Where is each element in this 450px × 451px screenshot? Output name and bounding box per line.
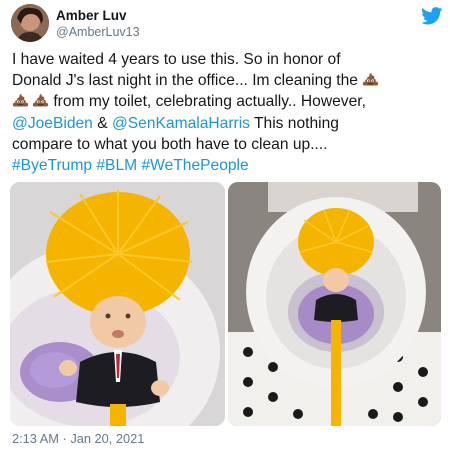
author-handle[interactable]: @AmberLuv13 — [56, 25, 140, 39]
tweet-line: #ByeTrump #BLM #WeThePeople — [12, 155, 444, 176]
tweet-line: from my toilet, celebrating actually.. H… — [12, 91, 444, 112]
tweet-line: Donald J's last night in the office... I… — [12, 70, 444, 91]
pile-of-poo-emoji — [12, 92, 29, 109]
tweet-line: I have waited 4 years to use this. So in… — [12, 51, 341, 68]
pile-of-poo-emoji — [32, 92, 49, 109]
toilet-brush-photo-in-toilet[interactable] — [228, 182, 441, 426]
tweet-text: I have waited 4 years to use this. So in… — [12, 49, 444, 176]
twitter-bird-icon[interactable] — [421, 7, 443, 25]
tweet-timestamp[interactable]: 2:13 AM · Jan 20, 2021 — [12, 431, 144, 446]
tweet-text-segment: Donald J's last night in the office... I… — [12, 72, 363, 90]
hashtag-link-byetrump[interactable]: #ByeTrump — [12, 157, 92, 174]
tweet-text-segment: & — [92, 114, 112, 132]
tweet-card: Amber Luv @AmberLuv13 I have waited 4 ye… — [0, 0, 450, 451]
pile-of-poo-emoji — [362, 71, 379, 88]
mention-link-joebiden[interactable]: @JoeBiden — [12, 115, 93, 132]
mention-link-senkamalaharris[interactable]: @SenKamalaHarris — [112, 115, 250, 132]
tweet-text-segment: This nothing — [249, 114, 339, 132]
avatar[interactable] — [11, 4, 49, 42]
tweet-text-segment: from my toilet, celebrating actually.. H… — [49, 93, 366, 111]
hashtag-link-blm[interactable]: #BLM — [96, 157, 137, 174]
hashtag-link-wethepeople[interactable]: #WeThePeople — [141, 157, 248, 174]
tweet-line: @JoeBiden & @SenKamalaHarris This nothin… — [12, 113, 444, 134]
toilet-brush-photo-closeup[interactable] — [10, 182, 225, 426]
tweet-line: compare to what you both have to clean u… — [12, 135, 328, 153]
author-display-name[interactable]: Amber Luv — [56, 8, 127, 23]
